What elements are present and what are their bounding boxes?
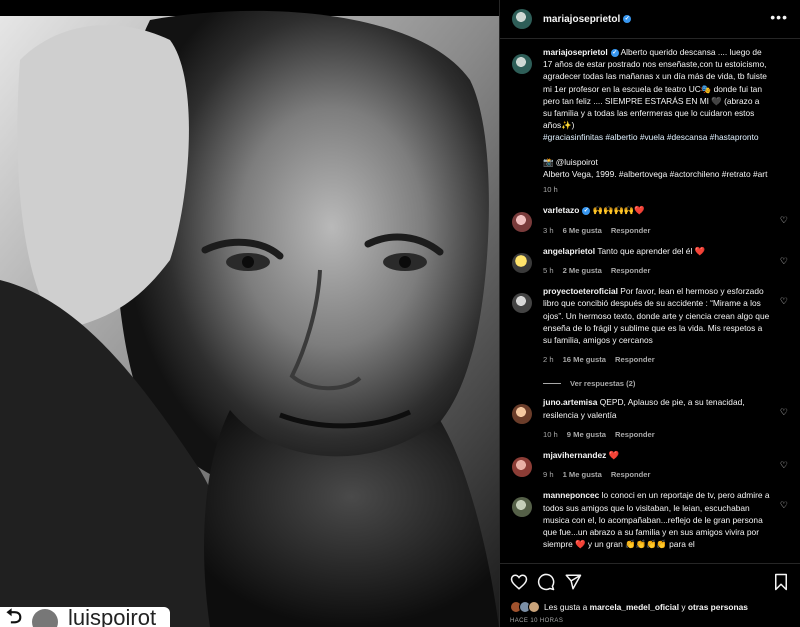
commenter-avatar[interactable] [512, 252, 532, 273]
comment-likes-count[interactable]: 16 Me gusta [563, 355, 606, 364]
heart-icon[interactable]: ♡ [780, 215, 788, 226]
caption-time: 10 h [543, 185, 558, 195]
commenter-username[interactable]: angelaprietol [543, 246, 595, 256]
verified-badge-icon: ✓ [610, 48, 619, 57]
caption-author[interactable]: mariajoseprietol ✓ [543, 47, 619, 57]
caption-text: Alberto querido descansa .... luego de 1… [543, 47, 767, 131]
verified-badge-icon: ✓ [582, 207, 591, 216]
repost-avatar [32, 609, 59, 627]
reply-button[interactable]: Responder [615, 355, 655, 364]
commenter-avatar[interactable] [512, 404, 532, 425]
comment-row: varletazo ✓ 🙌🙌🙌🙌❤️ 3 h6 Me gusta Responder… [512, 204, 788, 236]
commenter-username[interactable]: proyectoeteroficial [543, 286, 618, 296]
more-options-icon[interactable]: ••• [770, 10, 788, 24]
commenter-avatar[interactable] [512, 497, 532, 518]
comment-likes-count[interactable]: 9 Me gusta [567, 430, 606, 439]
commenter-avatar[interactable] [512, 212, 532, 233]
reply-button[interactable]: Responder [611, 226, 651, 235]
post-actions-bar [500, 563, 800, 599]
comment-row: manneponcec lo conoci en un reportaje de… [512, 489, 788, 550]
comment-text: Tanto que aprender del él ❤️ [597, 245, 706, 256]
repost-name: luispoirot [68, 607, 157, 627]
comment-meta: 2 h 16 Me gusta Responder [543, 355, 655, 365]
repost-icon: ⮌ [6, 607, 23, 627]
reply-button[interactable]: Responder [615, 430, 655, 439]
heart-icon[interactable]: ♡ [780, 460, 788, 471]
bookmark-icon[interactable] [772, 573, 790, 591]
other-likers-link[interactable]: otras personas [688, 602, 748, 612]
commenter-username[interactable]: mjavihernandez [543, 450, 606, 460]
heart-icon[interactable] [510, 573, 528, 591]
commenter-avatar[interactable] [512, 457, 532, 478]
commenter-username[interactable]: varletazo ✓ [543, 205, 591, 216]
caption-hashtags[interactable]: #graciasinfinitas #albertio #vuela #desc… [543, 132, 759, 142]
post-header: mariajoseprietol ✓ ••• [500, 0, 800, 39]
reply-button[interactable]: Responder [611, 470, 651, 479]
comment-row: mjavihernandez ❤️ 9 h1 Me gusta Responder… [512, 449, 788, 481]
share-icon[interactable] [564, 573, 582, 591]
repost-tag[interactable]: ⮌ luispoirot [0, 607, 171, 627]
comment-meta: 10 h9 Me gusta Responder [543, 429, 655, 439]
photo-credit[interactable]: 📸 @luispoirot [543, 157, 598, 167]
author-avatar[interactable] [512, 9, 532, 29]
comment-icon[interactable] [537, 573, 555, 591]
photo-info: Alberto Vega, 1999. #albertovega #actorc… [543, 169, 768, 180]
comment-row: angelaprietol Tanto que aprender del él … [512, 245, 788, 277]
comment-text: 🙌🙌🙌🙌❤️ [592, 205, 645, 216]
liker-avatar [528, 601, 540, 613]
comment-row: juno.artemisa QEPD, Aplauso de pie, a su… [512, 396, 788, 441]
post-time-ago: HACE 10 HORAS [510, 618, 564, 624]
author-username[interactable]: mariajoseprietol ✓ [543, 14, 632, 25]
commenter-username[interactable]: manneponcec [543, 490, 599, 500]
comment-likes-count[interactable]: 6 Me gusta [563, 226, 602, 235]
replies-divider [543, 383, 561, 385]
heart-icon[interactable]: ♡ [780, 256, 788, 267]
comment-text: ❤️ [608, 450, 620, 461]
reply-button[interactable]: Responder [611, 266, 651, 275]
post-caption: mariajoseprietol ✓ Alberto querido descan… [512, 38, 788, 196]
view-replies-button[interactable]: Ver respuestas (2) [543, 379, 788, 388]
comment-meta: 3 h6 Me gusta Responder [543, 225, 651, 235]
comments-list[interactable]: mariajoseprietol ✓ Alberto querido descan… [500, 38, 800, 563]
verified-badge-icon: ✓ [623, 14, 632, 23]
commenter-username[interactable]: juno.artemisa [543, 397, 597, 407]
heart-icon[interactable]: ♡ [780, 407, 788, 418]
liker-avatars [510, 601, 540, 613]
comment-row: proyectoeteroficial Por favor, lean el h… [512, 285, 788, 366]
comment-likes-count[interactable]: 1 Me gusta [563, 470, 602, 479]
post-photo[interactable]: ⮌ luispoirot [0, 0, 499, 627]
comment-meta: 9 h1 Me gusta Responder [543, 470, 651, 480]
post-side-panel: mariajoseprietol ✓ ••• mariajoseprietol ✓ … [499, 0, 800, 627]
likes-summary[interactable]: Les gusta a marcela_medel_oficial y otra… [510, 599, 790, 615]
comment-likes-count[interactable]: 2 Me gusta [563, 266, 602, 275]
portrait-photo [0, 10, 499, 627]
author-avatar[interactable] [512, 54, 532, 74]
heart-icon[interactable]: ♡ [780, 296, 788, 307]
commenter-avatar[interactable] [512, 293, 532, 314]
heart-icon[interactable]: ♡ [780, 500, 788, 511]
liker-username[interactable]: marcela_medel_oficial [590, 602, 679, 612]
comment-meta: 5 h2 Me gusta Responder [543, 266, 651, 276]
